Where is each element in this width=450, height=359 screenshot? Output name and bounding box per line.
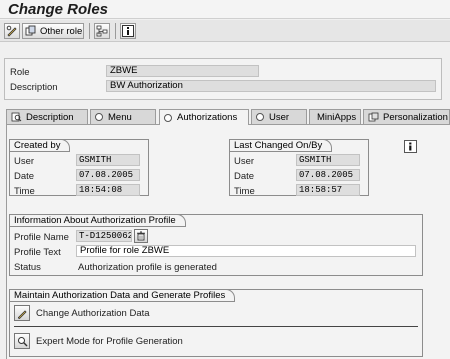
tab-personalization[interactable]: Personalization <box>363 109 450 124</box>
tab-strip: Description Menu Authorizations User Min… <box>6 109 450 125</box>
hierarchy-button[interactable] <box>94 23 110 39</box>
last-changed-group: Last Changed On/By User GSMITH Date 07.0… <box>229 139 369 197</box>
changed-date-value: 07.08.2005 <box>296 169 360 181</box>
tab-description[interactable]: Description <box>6 109 88 124</box>
status-label: Status <box>14 262 41 273</box>
changed-time-value: 18:58:57 <box>296 184 360 196</box>
last-changed-title: Last Changed On/By <box>229 139 333 152</box>
role-field[interactable]: ZBWE <box>106 65 259 77</box>
tab-menu[interactable]: Menu <box>90 109 156 124</box>
profile-text-label: Profile Text <box>14 247 61 258</box>
toolbar-separator <box>115 23 116 39</box>
changed-user-label: User <box>234 156 255 167</box>
tab-clipboard-icon <box>11 112 22 122</box>
created-by-title: Created by <box>9 139 71 152</box>
other-object-icon <box>25 25 36 36</box>
changed-user-value: GSMITH <box>296 154 360 166</box>
radio-icon <box>95 113 103 121</box>
page-title: Change Roles <box>8 1 109 18</box>
tab-user[interactable]: User <box>251 109 307 124</box>
change-auth-data-label[interactable]: Change Authorization Data <box>36 308 150 319</box>
pencil-icon <box>17 309 27 319</box>
expert-mode-icon <box>17 336 27 346</box>
tab-label: Personalization <box>383 111 448 123</box>
maintain-auth-group: Maintain Authorization Data and Generate… <box>9 289 423 357</box>
toolbar-separator <box>89 23 90 39</box>
radio-icon <box>256 113 264 121</box>
tab-personalization-icon <box>368 112 379 122</box>
status-value: Authorization profile is generated <box>78 262 217 273</box>
created-time-value: 18:54:08 <box>76 184 140 196</box>
title-bar: Change Roles <box>0 0 450 19</box>
role-header-frame: Role ZBWE Description BW Authorization <box>4 58 442 100</box>
profile-info-group: Information About Authorization Profile … <box>9 214 423 276</box>
maintain-auth-title: Maintain Authorization Data and Generate… <box>9 289 236 302</box>
info-button[interactable] <box>120 23 136 39</box>
created-by-group: Created by User GSMITH Date 07.08.2005 T… <box>9 139 149 197</box>
changed-time-label: Time <box>234 186 255 197</box>
expert-mode-button[interactable] <box>14 333 30 349</box>
tab-label: Menu <box>108 111 132 123</box>
created-date-label: Date <box>14 171 35 182</box>
application-toolbar: Other role <box>0 20 450 42</box>
changed-date-label: Date <box>234 171 255 182</box>
created-date-value: 07.08.2005 <box>76 169 140 181</box>
profile-name-label: Profile Name <box>14 232 69 243</box>
other-role-button[interactable]: Other role <box>22 23 84 39</box>
tab-authorizations[interactable]: Authorizations <box>159 109 249 125</box>
role-label: Role <box>10 67 30 78</box>
tab-label: Description <box>26 111 74 123</box>
display-change-button[interactable] <box>4 23 20 39</box>
created-user-label: User <box>14 156 35 167</box>
tab-label: Authorizations <box>177 112 238 123</box>
info-icon <box>409 142 412 151</box>
tab-miniapps[interactable]: MiniApps <box>309 109 361 124</box>
profile-info-title: Information About Authorization Profile <box>9 214 186 227</box>
tab-label: MiniApps <box>317 111 357 123</box>
trash-icon <box>137 231 145 241</box>
tab-label: User <box>269 111 290 123</box>
other-role-label: Other role <box>40 25 83 37</box>
profile-text-field[interactable]: Profile for role ZBWE <box>76 245 416 257</box>
delete-profile-button[interactable] <box>134 229 148 243</box>
info-button[interactable] <box>404 140 417 153</box>
created-user-value: GSMITH <box>76 154 140 166</box>
group-divider <box>14 326 418 327</box>
profile-name-value: T-D1250062 <box>76 230 132 242</box>
info-icon <box>122 25 134 37</box>
description-label: Description <box>10 82 58 93</box>
created-time-label: Time <box>14 186 35 197</box>
radio-icon <box>164 113 172 122</box>
authorizations-panel: Created by User GSMITH Date 07.08.2005 T… <box>6 124 450 359</box>
change-auth-data-button[interactable] <box>14 305 30 321</box>
hierarchy-icon <box>96 25 108 37</box>
description-field[interactable]: BW Authorization <box>106 80 436 92</box>
expert-mode-label[interactable]: Expert Mode for Profile Generation <box>36 336 183 347</box>
pencil-glasses-icon <box>6 25 17 37</box>
